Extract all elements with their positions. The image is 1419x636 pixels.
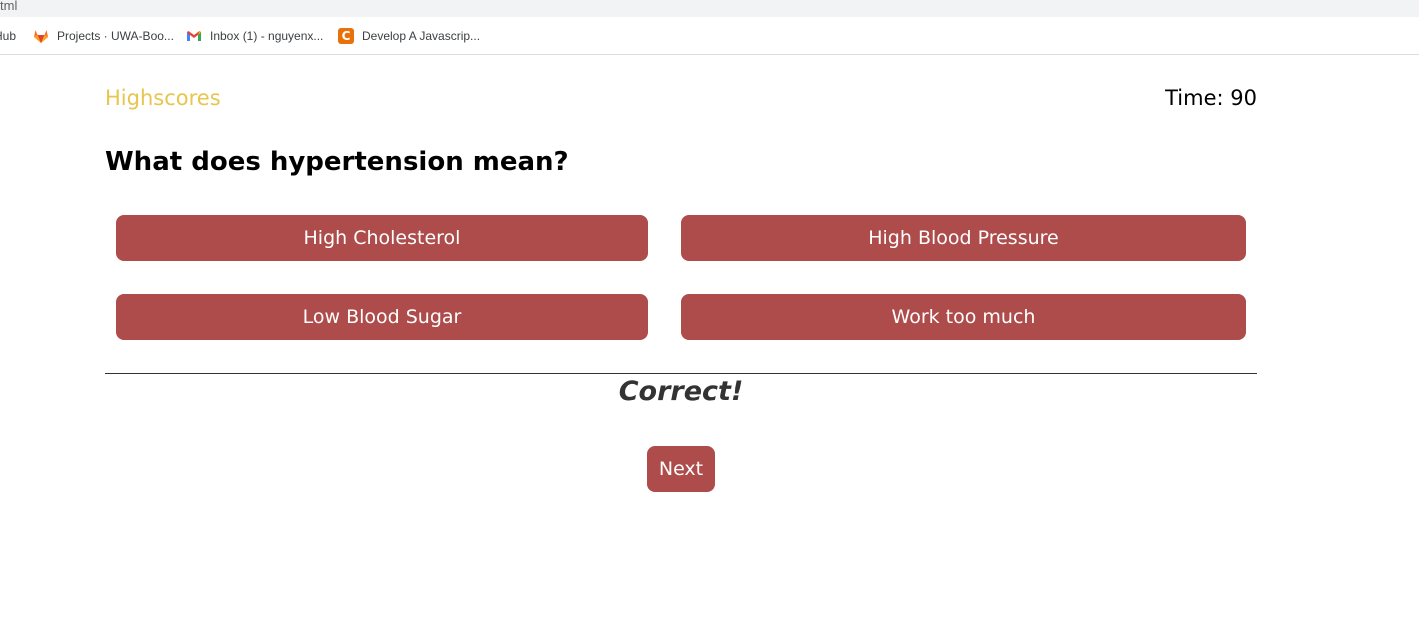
feedback-message: Correct!: [618, 376, 744, 407]
divider: [105, 373, 1257, 374]
answer-button-work-too-much[interactable]: Work too much: [681, 294, 1246, 340]
bookmark-gmail-inbox[interactable]: Inbox (1) - nguyenx...: [186, 17, 323, 55]
bookmark-label: Projects · UWA-Boo...: [57, 29, 174, 43]
gmail-icon: [186, 28, 202, 44]
address-bar-text[interactable]: tml: [0, 0, 17, 13]
bookmark-label: Hub: [0, 29, 17, 43]
c-icon: C: [338, 28, 354, 44]
gitlab-icon: [33, 28, 49, 44]
highscores-link[interactable]: Highscores: [105, 86, 221, 110]
address-bar-strip: tml: [0, 0, 1419, 17]
answer-button-low-blood-sugar[interactable]: Low Blood Sugar: [116, 294, 648, 340]
bookmark-hub[interactable]: Hub: [0, 17, 16, 55]
answer-button-high-blood-pressure[interactable]: High Blood Pressure: [681, 215, 1246, 261]
bookmarks-bar: Hub Projects · UWA-Boo... Inbox (1) - ng…: [0, 17, 1419, 55]
bookmark-develop-javascript[interactable]: C Develop A Javascrip...: [338, 17, 480, 55]
answer-button-high-cholesterol[interactable]: High Cholesterol: [116, 215, 648, 261]
bookmark-label: Develop A Javascrip...: [362, 29, 481, 43]
bookmark-gitlab-projects[interactable]: Projects · UWA-Boo...: [33, 17, 174, 55]
question-title: What does hypertension mean?: [105, 147, 569, 177]
bookmark-label: Inbox (1) - nguyenx...: [210, 29, 324, 43]
next-button[interactable]: Next: [647, 446, 715, 492]
timer: Time: 90: [1165, 86, 1257, 110]
